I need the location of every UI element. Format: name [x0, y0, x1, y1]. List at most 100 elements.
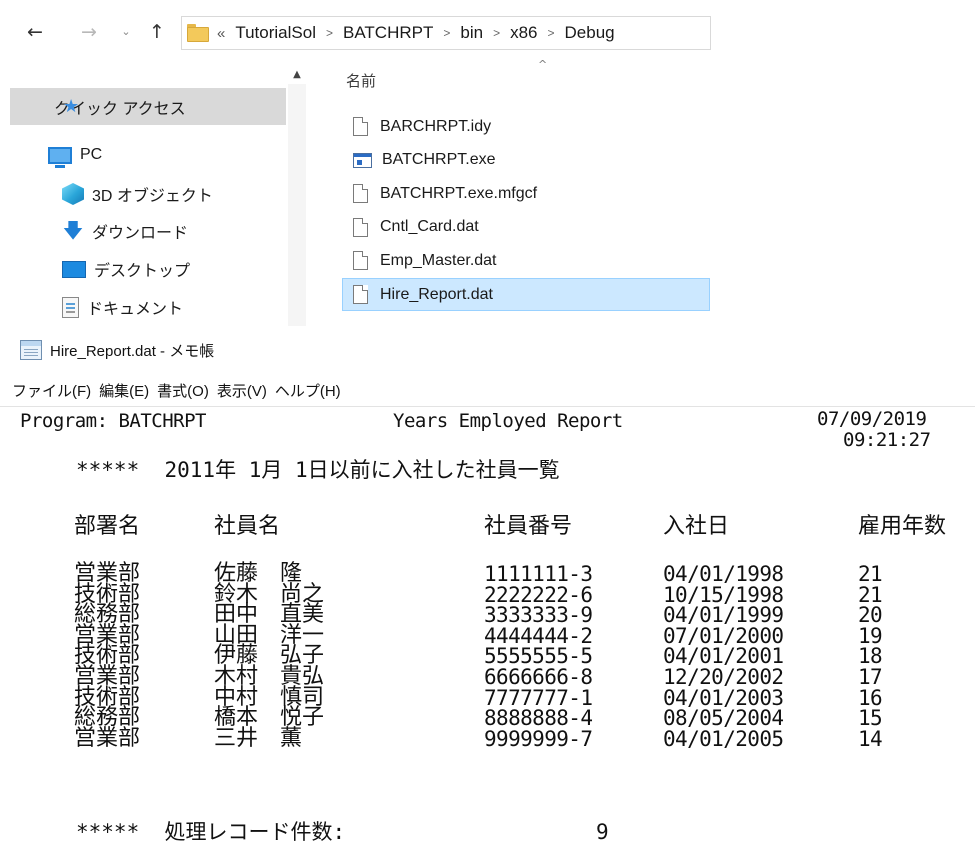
chevron-down-icon[interactable]: ⌄ — [113, 18, 139, 46]
file-icon — [353, 285, 368, 304]
breadcrumb-overflow[interactable]: « — [217, 25, 225, 42]
file-icon — [353, 184, 368, 204]
report-cell-empno: 9999999-7 — [484, 726, 593, 751]
file-list: ^ 名前 BARCHRPT.idy BATCHRPT.exe BATCHRPT.ex… — [312, 58, 712, 326]
sidebar-item-3d-objects[interactable]: 3D オブジェクト — [62, 176, 213, 212]
report-heading: ***** 2011年 1月 1日以前に入社した社員一覧 — [76, 458, 560, 482]
report-cell-empno: 2222222-6 — [484, 582, 593, 607]
report-cell-years: 19 — [858, 623, 883, 648]
report-cell-years: 17 — [858, 665, 883, 689]
file-name: BATCHRPT.exe — [382, 151, 496, 169]
menu-help[interactable]: ヘルプ(H) — [275, 380, 349, 401]
file-name: Cntl_Card.dat — [380, 218, 479, 236]
file-icon — [353, 251, 368, 271]
sidebar-item-documents[interactable]: ドキュメント — [62, 289, 183, 325]
folder-icon — [187, 24, 209, 42]
menu-file[interactable]: ファイル(F) — [12, 380, 99, 401]
notepad-titlebar: Hire_Report.dat - メモ帳 — [0, 330, 975, 370]
file-name: Emp_Master.dat — [380, 251, 497, 269]
sidebar-item-downloads[interactable]: 🡇 ダウンロード — [62, 213, 188, 249]
notepad-text-area[interactable]: Program: BATCHRPT Years Employed Report … — [0, 408, 975, 848]
breadcrumb-item[interactable]: BATCHRPT — [343, 23, 433, 43]
report-title: Years Employed Report — [393, 410, 623, 432]
file-row[interactable]: Cntl_Card.dat — [342, 211, 710, 244]
file-row[interactable]: Emp_Master.dat — [342, 244, 710, 277]
report-cell-years: 21 — [858, 582, 883, 607]
column-header-years: 雇用年数 — [858, 514, 947, 539]
menu-format[interactable]: 書式(O) — [157, 380, 217, 401]
forward-arrow-icon[interactable]: → — [76, 18, 102, 46]
explorer-address-bar: ← → ⌄ ↑ « TutorialSol > BATCHRPT > bin >… — [0, 0, 975, 66]
column-header-name: 社員名 — [214, 514, 281, 539]
report-cell-hired: 04/01/1999 — [663, 603, 784, 628]
notepad-menubar: ファイル(F) 編集(E) 書式(O) 表示(V) ヘルプ(H) — [0, 374, 975, 406]
computer-icon — [48, 146, 72, 168]
breadcrumb-item[interactable]: x86 — [510, 23, 537, 43]
breadcrumb-item[interactable]: TutorialSol — [235, 23, 316, 43]
notepad-icon — [20, 340, 42, 360]
menu-edit[interactable]: 編集(E) — [99, 380, 157, 401]
scroll-up-arrow-icon[interactable]: ▲ — [288, 66, 306, 84]
report-cell-empno: 7777777-1 — [484, 685, 593, 710]
sidebar-item-desktop[interactable]: デスクトップ — [62, 251, 190, 287]
sidebar-item-pc[interactable]: PC — [48, 137, 102, 173]
report-cell-years: 18 — [858, 644, 883, 669]
report-time: 09:21:27 — [843, 429, 931, 451]
column-header-dept: 部署名 — [74, 514, 141, 539]
up-arrow-icon[interactable]: ↑ — [144, 18, 170, 46]
sidebar-item-label: ダウンロード — [92, 225, 189, 242]
report-program: Program: BATCHRPT — [20, 410, 206, 432]
file-row[interactable]: BARCHRPT.idy — [342, 110, 710, 143]
document-icon — [62, 296, 79, 318]
file-row[interactable]: BATCHRPT.exe — [342, 144, 710, 177]
desktop-icon — [62, 260, 86, 278]
report-cell-hired: 12/20/2002 — [663, 665, 784, 689]
report-cell-name: 三井 薫 — [214, 725, 303, 751]
menu-view[interactable]: 表示(V) — [217, 380, 275, 401]
breadcrumb-item[interactable]: bin — [460, 23, 483, 43]
report-cell-years: 20 — [858, 603, 883, 628]
back-arrow-icon[interactable]: ← — [22, 18, 48, 46]
report-cell-hired: 04/01/2003 — [663, 685, 784, 710]
report-cell-years: 21 — [858, 562, 883, 586]
file-name: BARCHRPT.idy — [380, 117, 492, 135]
sidebar-item-label: PC — [80, 146, 103, 163]
chevron-right-icon[interactable]: > — [493, 26, 500, 40]
report-cell-years: 16 — [858, 685, 883, 710]
column-header-name[interactable]: 名前 — [346, 70, 376, 91]
file-row[interactable]: BATCHRPT.exe.mfgcf — [342, 177, 710, 210]
menu-divider — [0, 406, 975, 407]
window-title: Hire_Report.dat - メモ帳 — [50, 342, 215, 360]
file-row[interactable]: Hire_Report.dat — [342, 278, 710, 311]
report-cell-hired: 04/01/2005 — [663, 726, 784, 751]
report-cell-empno: 6666666-8 — [484, 665, 593, 689]
report-cell-empno: 4444444-2 — [484, 623, 593, 648]
sort-ascending-icon: ^ — [538, 58, 548, 71]
navigation-pane: ▲ ★ クイック アクセス PC 3D オブジェクト 🡇 ダウンロード デスクト… — [0, 66, 312, 326]
chevron-right-icon[interactable]: > — [443, 26, 450, 40]
sidebar-item-label: デスクトップ — [94, 263, 191, 280]
sidebar-item-label: ドキュメント — [87, 301, 184, 318]
cube-icon — [62, 183, 84, 205]
report-date: 07/09/2019 — [817, 408, 927, 430]
report-cell-years: 14 — [858, 726, 883, 751]
star-icon: ★ — [63, 96, 80, 116]
scrollbar-track[interactable] — [288, 84, 306, 326]
chevron-right-icon[interactable]: > — [548, 26, 555, 40]
sidebar-item-quick-access[interactable]: ★ クイック アクセス — [10, 88, 286, 125]
column-header-empno: 社員番号 — [484, 514, 573, 539]
report-cell-dept: 営業部 — [74, 725, 141, 751]
address-box[interactable]: « TutorialSol > BATCHRPT > bin > x86 > D… — [181, 16, 711, 50]
report-cell-hired: 04/01/1998 — [663, 562, 784, 586]
breadcrumb-item[interactable]: Debug — [565, 23, 615, 43]
column-header-hired: 入社日 — [663, 514, 730, 539]
report-footer-count: 9 — [596, 820, 609, 844]
report-cell-empno: 3333333-9 — [484, 603, 593, 628]
report-cell-years: 15 — [858, 706, 883, 731]
report-cell-empno: 1111111-3 — [484, 562, 593, 586]
report-cell-hired: 10/15/1998 — [663, 582, 784, 607]
report-cell-hired: 07/01/2000 — [663, 623, 784, 648]
sidebar-item-label: 3D オブジェクト — [92, 188, 213, 205]
chevron-right-icon[interactable]: > — [326, 26, 333, 40]
file-name: Hire_Report.dat — [380, 285, 493, 303]
